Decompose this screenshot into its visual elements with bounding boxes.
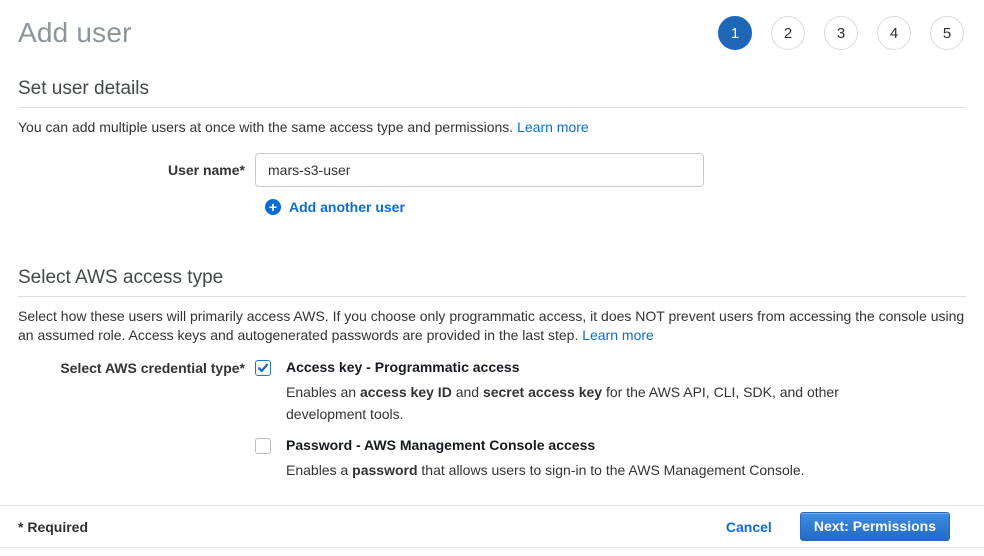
option-text: Access key - Programmatic access Enables… <box>286 359 841 425</box>
option-desc-console: Enables a password that allows users to … <box>286 459 805 481</box>
section-heading-access-type: Select AWS access type <box>18 267 966 289</box>
user-details-intro: You can add multiple users at once with … <box>18 118 966 137</box>
credential-type-row: Select AWS credential type* Access key -… <box>18 359 966 481</box>
option-title-console: Password - AWS Management Console access <box>286 437 805 454</box>
learn-more-link-access-type[interactable]: Learn more <box>582 327 654 343</box>
check-icon <box>257 362 269 374</box>
cancel-button[interactable]: Cancel <box>726 519 772 535</box>
add-user-wizard-page: Add user 1 2 3 4 5 Set user details You … <box>0 0 984 481</box>
username-label: User name* <box>18 162 255 178</box>
credential-options: Access key - Programmatic access Enables… <box>255 359 841 481</box>
section-divider <box>18 107 966 108</box>
required-note: * Required <box>18 519 88 535</box>
user-details-intro-text: You can add multiple users at once with … <box>18 119 513 135</box>
page-title: Add user <box>18 17 132 49</box>
plus-circle-icon: + <box>265 199 281 215</box>
section-heading-user-details: Set user details <box>18 78 966 100</box>
add-another-user-button[interactable]: + Add another user <box>265 199 405 215</box>
step-circle-1[interactable]: 1 <box>718 16 752 50</box>
credential-type-label: Select AWS credential type* <box>18 359 255 376</box>
step-circle-2[interactable]: 2 <box>771 16 805 50</box>
programmatic-access-checkbox[interactable] <box>255 360 271 376</box>
access-type-intro-text: Select how these users will primarily ac… <box>18 308 964 343</box>
wizard-header: Add user 1 2 3 4 5 <box>18 0 966 50</box>
step-circle-3[interactable]: 3 <box>824 16 858 50</box>
wizard-step-indicator: 1 2 3 4 5 <box>718 16 966 50</box>
option-console-access: Password - AWS Management Console access… <box>255 437 841 481</box>
section-divider <box>18 296 966 297</box>
option-desc-programmatic: Enables an access key ID and secret acce… <box>286 381 841 425</box>
username-row: User name* <box>18 153 966 187</box>
add-another-user-label: Add another user <box>289 199 405 215</box>
next-permissions-button[interactable]: Next: Permissions <box>800 512 950 541</box>
step-circle-5[interactable]: 5 <box>930 16 964 50</box>
option-title-programmatic: Access key - Programmatic access <box>286 359 841 376</box>
learn-more-link-user-details[interactable]: Learn more <box>517 119 589 135</box>
access-type-intro: Select how these users will primarily ac… <box>18 307 966 345</box>
wizard-footer: * Required Cancel Next: Permissions <box>0 505 984 548</box>
step-circle-4[interactable]: 4 <box>877 16 911 50</box>
option-text: Password - AWS Management Console access… <box>286 437 805 481</box>
username-input[interactable] <box>255 153 704 187</box>
option-programmatic-access: Access key - Programmatic access Enables… <box>255 359 841 425</box>
console-access-checkbox[interactable] <box>255 438 271 454</box>
footer-actions: Cancel Next: Permissions <box>726 512 950 541</box>
